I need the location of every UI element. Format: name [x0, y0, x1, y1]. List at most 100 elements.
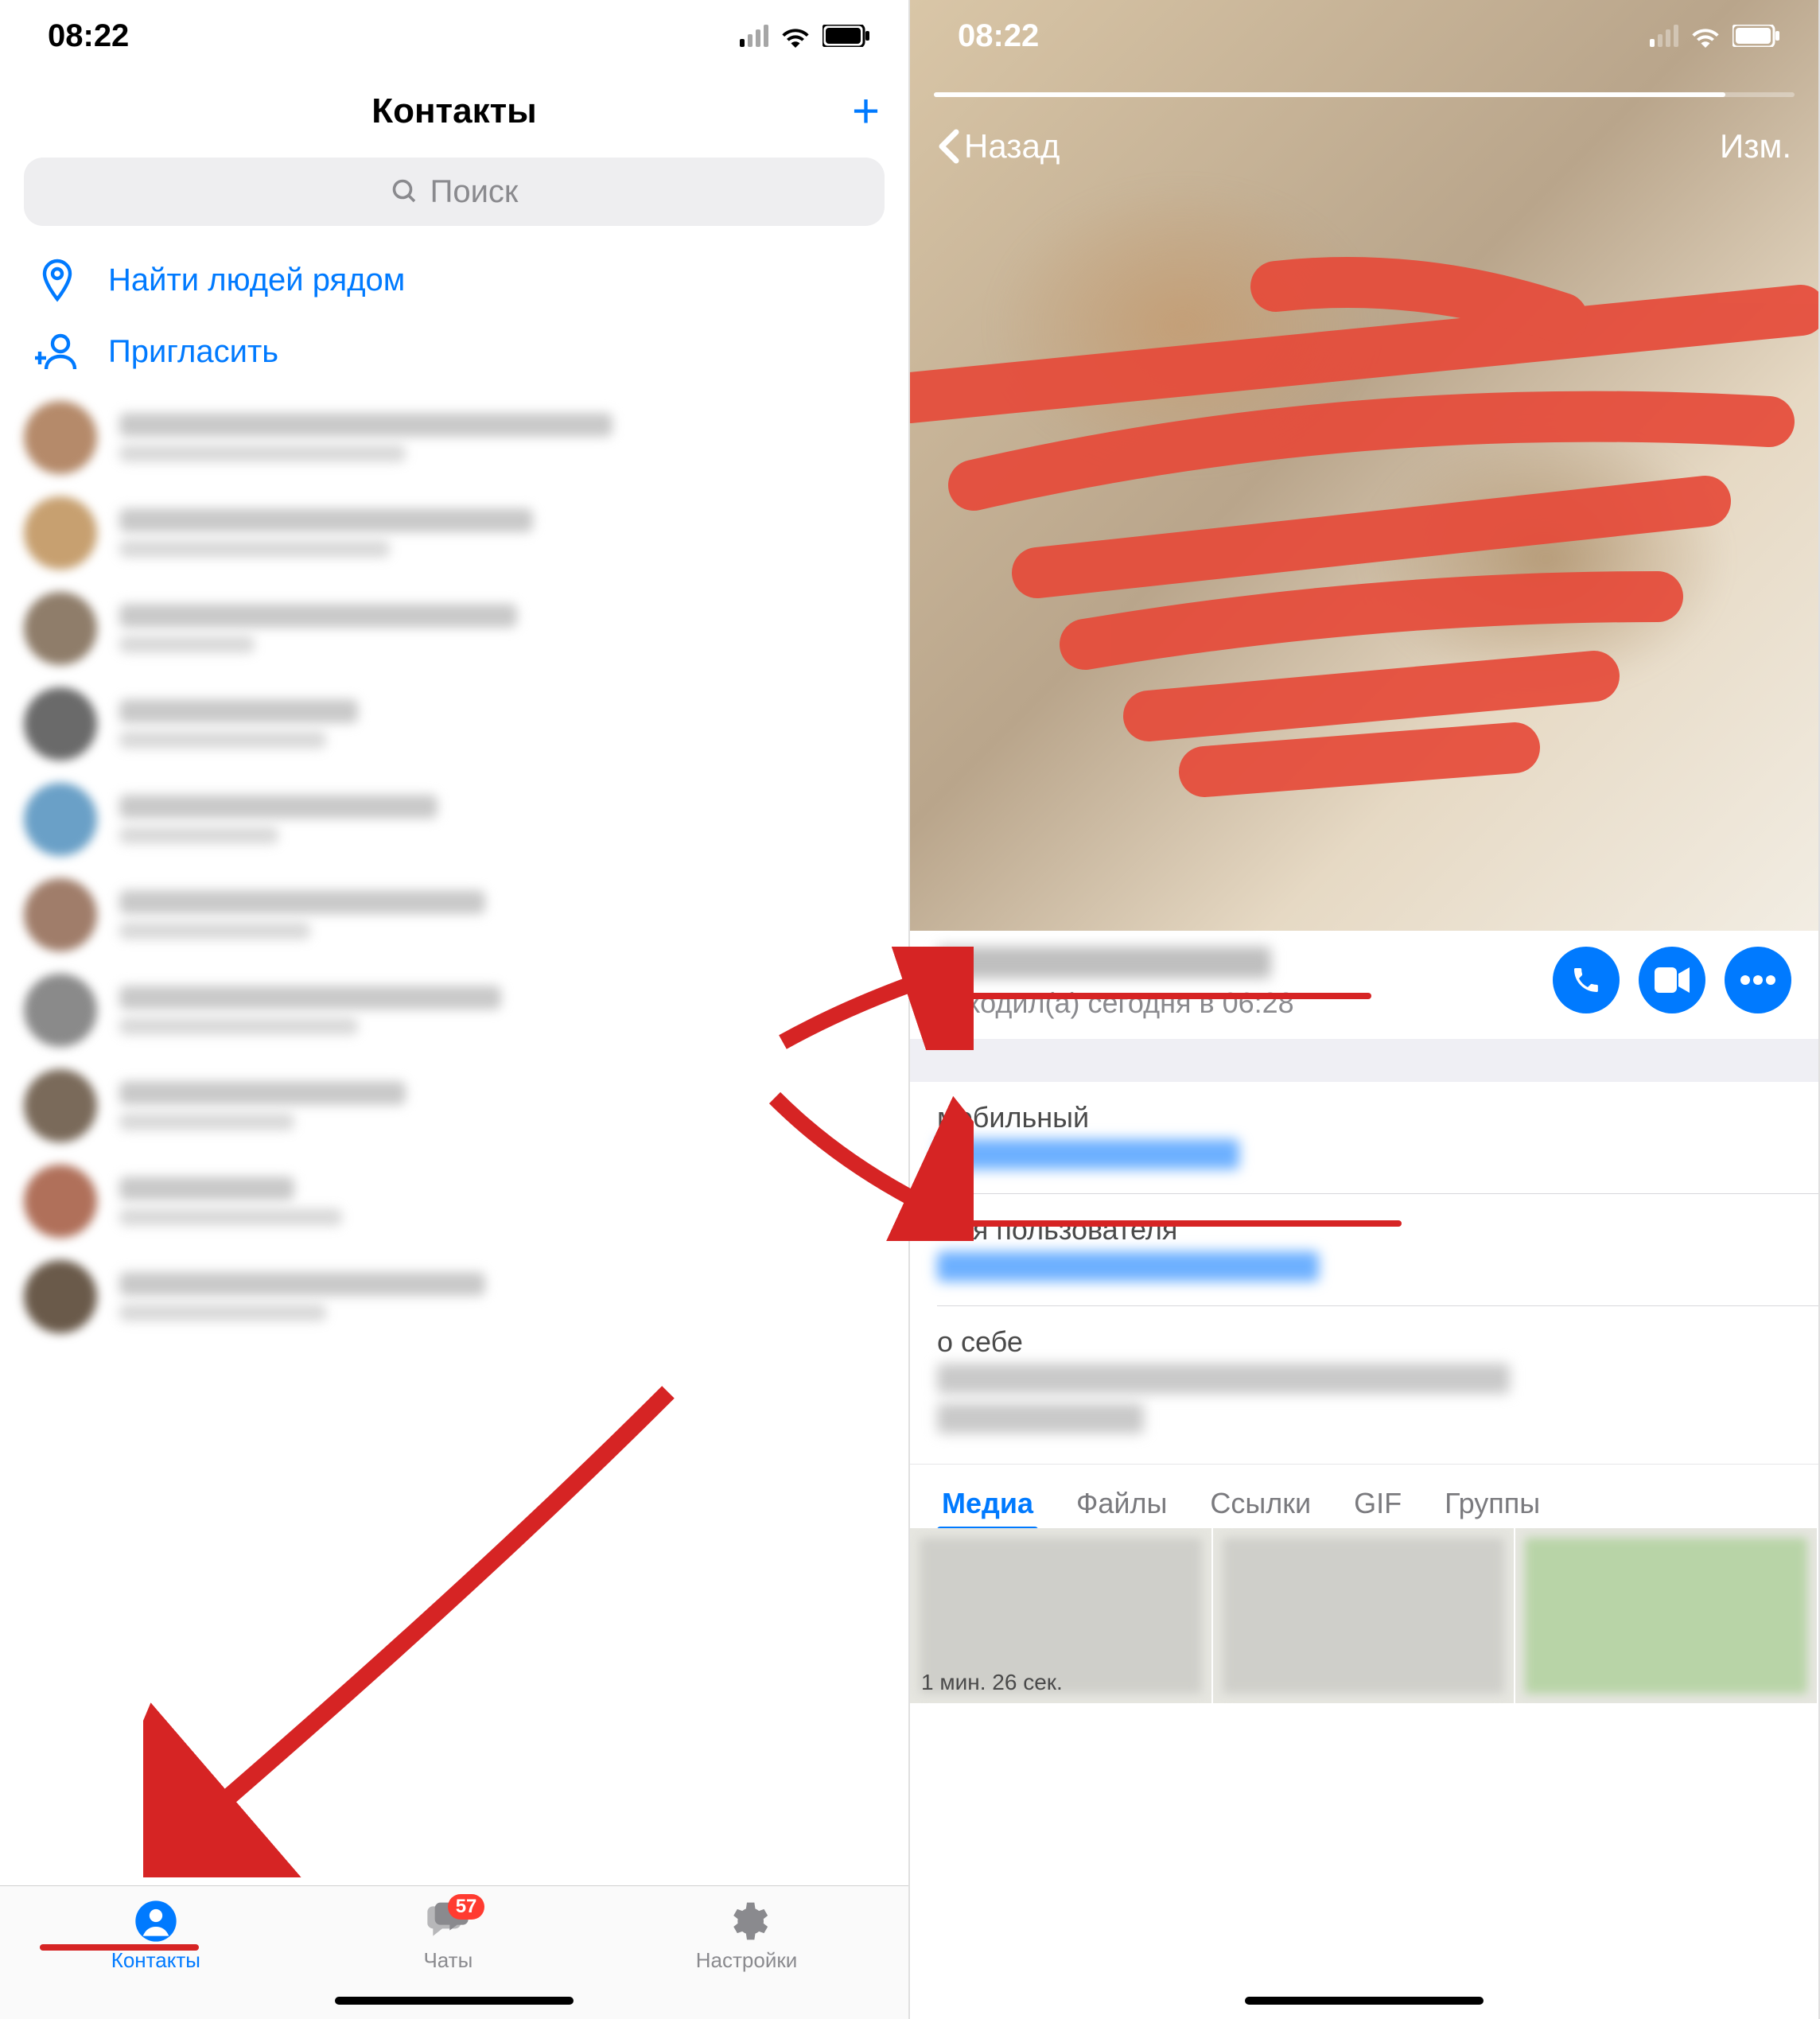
profile-hero: 08:22 Назад Изм. [910, 0, 1818, 931]
username-value-redacted [937, 1251, 1319, 1282]
battery-icon [822, 25, 870, 47]
photo-pager [934, 92, 1795, 97]
profile-name-redacted [937, 947, 1271, 978]
cellular-signal-icon [740, 25, 768, 47]
status-time: 08:22 [48, 18, 129, 54]
contact-name-redacted [119, 1081, 406, 1105]
contact-status-redacted [119, 731, 326, 749]
video-call-button[interactable] [1639, 947, 1705, 1013]
contact-row[interactable] [0, 963, 908, 1058]
find-nearby-label: Найти людей рядом [108, 263, 405, 298]
invite-row[interactable]: Пригласить [0, 321, 908, 390]
tab-settings-label: Настройки [696, 1948, 798, 1973]
call-button[interactable] [1553, 947, 1620, 1013]
contacts-list: Найти людей рядом Пригласить [0, 239, 908, 1344]
mobile-phone-row[interactable]: мобильный [910, 1082, 1818, 1176]
wifi-icon [780, 24, 811, 48]
add-contact-button[interactable]: + [852, 88, 880, 135]
tab-contacts-label: Контакты [111, 1948, 200, 1973]
hero-nav: Назад Изм. [910, 127, 1818, 165]
media-thumbnail[interactable] [1515, 1528, 1818, 1703]
media-thumbnail[interactable] [1213, 1528, 1516, 1703]
tab-media[interactable]: Медиа [942, 1487, 1033, 1520]
avatar [24, 1260, 97, 1333]
contact-name-redacted [119, 1272, 485, 1296]
about-value-redacted [937, 1364, 1510, 1394]
contact-row[interactable] [0, 1249, 908, 1344]
page-title: Контакты [371, 91, 536, 131]
contact-row[interactable] [0, 485, 908, 581]
contact-name-redacted [119, 699, 358, 723]
media-thumbnail[interactable]: 1 мин. 26 сек. [910, 1528, 1213, 1703]
search-input[interactable]: Поиск [24, 158, 885, 226]
tab-groups[interactable]: Группы [1445, 1487, 1540, 1520]
media-duration: 1 мин. 26 сек. [921, 1670, 1063, 1695]
tab-settings[interactable]: Настройки [696, 1899, 798, 1973]
contact-row[interactable] [0, 390, 908, 485]
annotation-arrow-contacts [143, 1376, 692, 1877]
contact-name-redacted [119, 508, 533, 532]
about-label: о себе [937, 1325, 1791, 1359]
contact-name-redacted [119, 604, 517, 628]
contact-status-redacted [119, 922, 310, 939]
avatar [24, 878, 97, 951]
battery-icon [1732, 25, 1780, 47]
contact-name-redacted [119, 795, 438, 819]
contact-row[interactable] [0, 867, 908, 963]
contact-status-redacted [119, 1304, 326, 1321]
phone-icon [1570, 964, 1602, 996]
tab-files[interactable]: Файлы [1076, 1487, 1167, 1520]
tab-chats-label: Чаты [423, 1948, 472, 1973]
contact-row[interactable] [0, 1058, 908, 1153]
nav-header: Контакты + [0, 72, 908, 151]
avatar [24, 1165, 97, 1238]
media-tabs: Медиа Файлы Ссылки GIF Группы [910, 1464, 1818, 1528]
section-gap [910, 1039, 1818, 1082]
mobile-label: мобильный [937, 1101, 1791, 1134]
status-bar: 08:22 [0, 0, 908, 72]
contact-name-redacted [119, 986, 501, 1010]
avatar [24, 592, 97, 665]
redaction-scribble [910, 199, 1818, 803]
contact-status-redacted [119, 1208, 342, 1226]
media-grid: 1 мин. 26 сек. [910, 1528, 1818, 1703]
avatar [24, 401, 97, 474]
contact-status-redacted [119, 636, 255, 653]
home-indicator [335, 1997, 574, 2005]
presence-text: заходил(а) сегодня в 06:28 [937, 986, 1294, 1020]
back-button[interactable]: Назад [937, 127, 1060, 165]
contact-row[interactable] [0, 1153, 908, 1249]
edit-button[interactable]: Изм. [1720, 127, 1791, 165]
contact-status-redacted [119, 1113, 294, 1130]
person-circle-icon [130, 1899, 181, 1943]
username-row[interactable]: имя пользователя [910, 1194, 1818, 1288]
chats-badge: 57 [448, 1894, 485, 1920]
home-indicator [1245, 1997, 1484, 2005]
tab-contacts[interactable]: Контакты [111, 1899, 200, 1973]
profile-header: заходил(а) сегодня в 06:28 [910, 931, 1818, 1039]
tab-chats[interactable]: 57 Чаты [422, 1899, 473, 1973]
tab-links[interactable]: Ссылки [1210, 1487, 1311, 1520]
location-pin-icon [33, 258, 81, 302]
tab-gif[interactable]: GIF [1354, 1487, 1402, 1520]
avatar [24, 496, 97, 570]
contact-row[interactable] [0, 676, 908, 772]
search-placeholder: Поиск [430, 174, 519, 210]
search-icon [391, 177, 419, 206]
contact-name-redacted [119, 1177, 294, 1200]
status-time: 08:22 [958, 18, 1039, 54]
contact-row[interactable] [0, 772, 908, 867]
avatar [24, 1069, 97, 1142]
chevron-left-icon [937, 129, 959, 164]
contact-name-redacted [119, 413, 612, 437]
contact-status-redacted [119, 827, 278, 844]
video-icon [1655, 967, 1690, 993]
contact-status-redacted [119, 1017, 358, 1035]
mobile-value-redacted [937, 1139, 1239, 1169]
username-label: имя пользователя [937, 1213, 1791, 1247]
add-person-icon [33, 333, 81, 371]
more-button[interactable] [1725, 947, 1791, 1013]
contact-row[interactable] [0, 581, 908, 676]
cellular-signal-icon [1650, 25, 1678, 47]
find-nearby-row[interactable]: Найти людей рядом [0, 239, 908, 321]
